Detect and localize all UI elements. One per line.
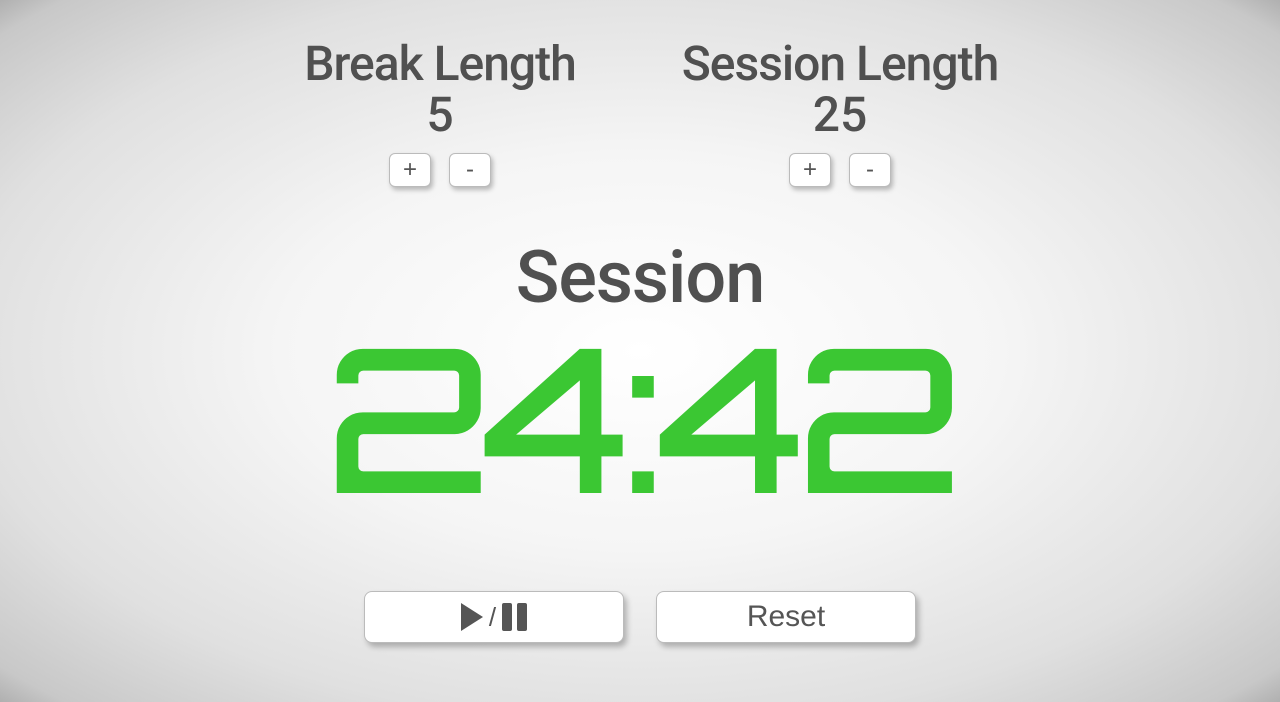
length-controls: Break Length 5 + - Session Length 25 + -	[260, 35, 1020, 187]
pause-icon	[502, 603, 527, 631]
session-length-block: Session Length 25 + -	[660, 35, 1020, 187]
break-buttons: + -	[260, 153, 620, 187]
session-buttons: + -	[660, 153, 1020, 187]
reset-button[interactable]: Reset	[656, 591, 916, 643]
session-length-label: Session Length	[660, 35, 1020, 92]
control-buttons: / Reset	[364, 591, 916, 643]
start-stop-button[interactable]: /	[364, 591, 624, 643]
play-icon	[461, 603, 483, 631]
time-left: 24:42	[310, 328, 970, 561]
session-length-value: 25	[660, 86, 1020, 143]
play-pause-separator: /	[489, 602, 496, 633]
break-length-block: Break Length 5 + -	[260, 35, 620, 187]
time-left-text: 24:42	[325, 328, 954, 528]
break-increment-button[interactable]: +	[389, 153, 431, 187]
session-increment-button[interactable]: +	[789, 153, 831, 187]
time-left-svg: 24:42	[310, 328, 970, 528]
break-decrement-button[interactable]: -	[449, 153, 491, 187]
break-length-value: 5	[260, 86, 620, 143]
break-length-label: Break Length	[260, 35, 620, 92]
timer-label: Session	[516, 235, 765, 320]
session-decrement-button[interactable]: -	[849, 153, 891, 187]
